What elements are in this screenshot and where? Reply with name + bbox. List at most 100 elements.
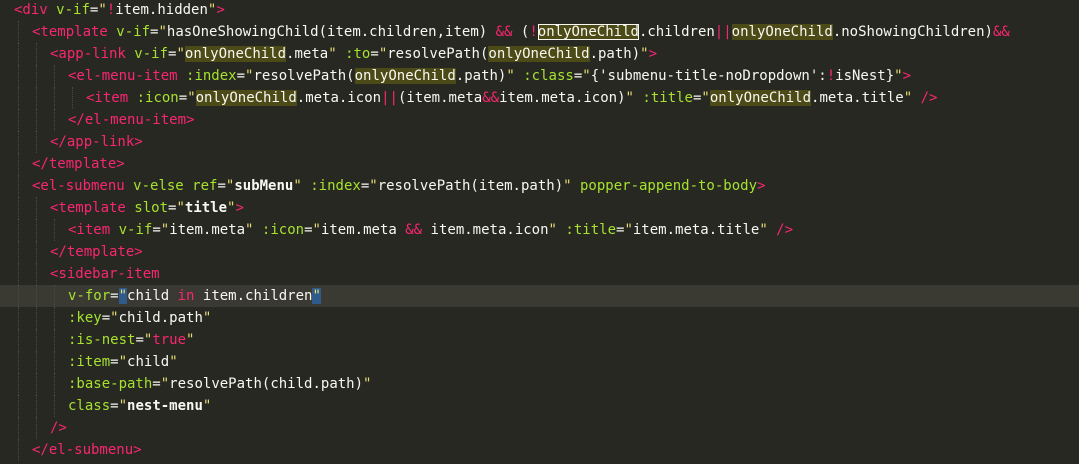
code-token: item.hidden <box>115 2 208 18</box>
code-token: .meta <box>286 46 329 62</box>
code-token: " <box>169 354 178 370</box>
indent-guide <box>36 241 37 263</box>
code-token: item.meta.icon) <box>499 90 626 106</box>
indent-guide <box>18 417 19 439</box>
code-token: > <box>902 68 912 84</box>
code-token: :icon <box>261 222 305 238</box>
indent-guide <box>36 285 37 307</box>
code-token: " <box>202 310 212 326</box>
code-token: > <box>757 178 766 194</box>
code-token: :item <box>68 354 111 370</box>
code-token: " <box>625 90 634 106</box>
code-line[interactable]: /> <box>0 417 1079 439</box>
code-token: || <box>714 24 732 40</box>
code-token: :to <box>345 46 371 62</box>
code-line[interactable]: <app-link v-if="onlyOneChild.meta" :to="… <box>0 43 1079 65</box>
code-token: " <box>98 2 107 18</box>
code-token: onlyOneChild <box>354 68 456 84</box>
code-token: {'submenu-title-noDropdown': <box>590 68 827 84</box>
indent-guide <box>18 439 19 461</box>
code-token: " <box>110 310 119 326</box>
code-token: " <box>640 46 649 62</box>
code-token: onlyOneChild <box>537 24 639 40</box>
code-token: child <box>127 354 170 370</box>
code-token: " <box>312 222 321 238</box>
code-token: onlyOneChild <box>488 46 590 62</box>
indent-guide <box>36 109 37 131</box>
code-token: ref <box>192 178 218 194</box>
code-line[interactable]: <template v-if="hasOneShowingChild(item.… <box>0 21 1079 43</box>
indent-guide <box>54 351 55 373</box>
code-token: " <box>701 90 710 106</box>
indent-guide <box>18 87 19 109</box>
code-token: = <box>152 222 161 238</box>
code-token: :class <box>523 68 574 84</box>
code-token: (item.meta <box>397 90 483 106</box>
indent-guide <box>36 329 37 351</box>
code-token: " <box>176 46 185 62</box>
code-token: " <box>369 178 378 194</box>
indent-guide <box>36 43 37 65</box>
code-line[interactable]: class="nest-menu" <box>0 395 1079 417</box>
code-editor[interactable]: <div v-if="!item.hidden"> <template v-if=… <box>0 0 1079 464</box>
code-token: = <box>101 310 111 326</box>
code-token: :key <box>68 310 102 326</box>
code-token: subMenu <box>234 178 294 194</box>
code-line[interactable]: </template> <box>0 241 1079 263</box>
code-line[interactable]: <item v-if="item.meta" :icon="item.meta … <box>0 219 1079 241</box>
code-token: = <box>360 178 370 194</box>
code-token: " <box>118 398 128 414</box>
code-line[interactable]: <div v-if="!item.hidden"> <box>0 0 1079 21</box>
code-token: <item <box>68 222 111 238</box>
code-token: /> <box>767 222 794 238</box>
code-token: " <box>187 90 196 106</box>
code-token: ( <box>512 24 530 40</box>
code-line[interactable]: </el-menu-item> <box>0 109 1079 131</box>
code-token: = <box>304 222 313 238</box>
code-line[interactable]: <template slot="title"> <box>0 197 1079 219</box>
indent-guide <box>54 87 55 109</box>
code-token: " <box>158 24 167 40</box>
code-line[interactable]: <sidebar-item <box>0 263 1079 285</box>
indent-guide <box>18 43 19 65</box>
indent-guide <box>36 197 37 219</box>
code-token: :index <box>186 68 237 84</box>
code-token: hasOneShowingChild(item.children,item) <box>166 24 496 40</box>
indent-guide <box>18 153 19 175</box>
code-line[interactable]: </app-link> <box>0 131 1079 153</box>
code-line[interactable]: v-for="child in item.children" <box>0 285 1079 307</box>
code-token: " <box>548 222 557 238</box>
indent-guide <box>36 263 37 285</box>
code-token: = <box>110 398 119 414</box>
code-line[interactable]: </el-submenu> <box>0 439 1079 461</box>
code-line[interactable]: :is-nest="true" <box>0 329 1079 351</box>
indent-guide <box>18 395 19 417</box>
code-token: v-if <box>56 2 90 18</box>
code-line[interactable]: </template> <box>0 153 1079 175</box>
code-line[interactable]: :item="child" <box>0 351 1079 373</box>
indent-guide <box>18 175 19 197</box>
code-token: </app-link> <box>50 134 143 150</box>
indent-guide <box>18 329 19 351</box>
code-line[interactable]: <el-menu-item :index="resolvePath(onlyOn… <box>0 65 1079 87</box>
code-token: <div <box>14 2 48 18</box>
code-token: .meta.icon <box>296 90 382 106</box>
indent-guide <box>18 197 19 219</box>
code-line[interactable]: <item :icon="onlyOneChild.meta.icon||(it… <box>0 87 1079 109</box>
code-token: <sidebar-item <box>50 266 160 282</box>
code-token: ! <box>826 68 836 84</box>
code-token: " <box>160 376 170 392</box>
code-token: :title <box>565 222 616 238</box>
indent-guide <box>72 87 73 109</box>
code-line[interactable]: :base-path="resolvePath(child.path)" <box>0 373 1079 395</box>
code-token: isNest} <box>835 68 895 84</box>
code-token: " <box>894 68 903 84</box>
code-line[interactable]: <el-submenu v-else ref="subMenu" :index=… <box>0 175 1079 197</box>
code-token: resolvePath( <box>387 46 489 62</box>
code-line[interactable]: :key="child.path" <box>0 307 1079 329</box>
